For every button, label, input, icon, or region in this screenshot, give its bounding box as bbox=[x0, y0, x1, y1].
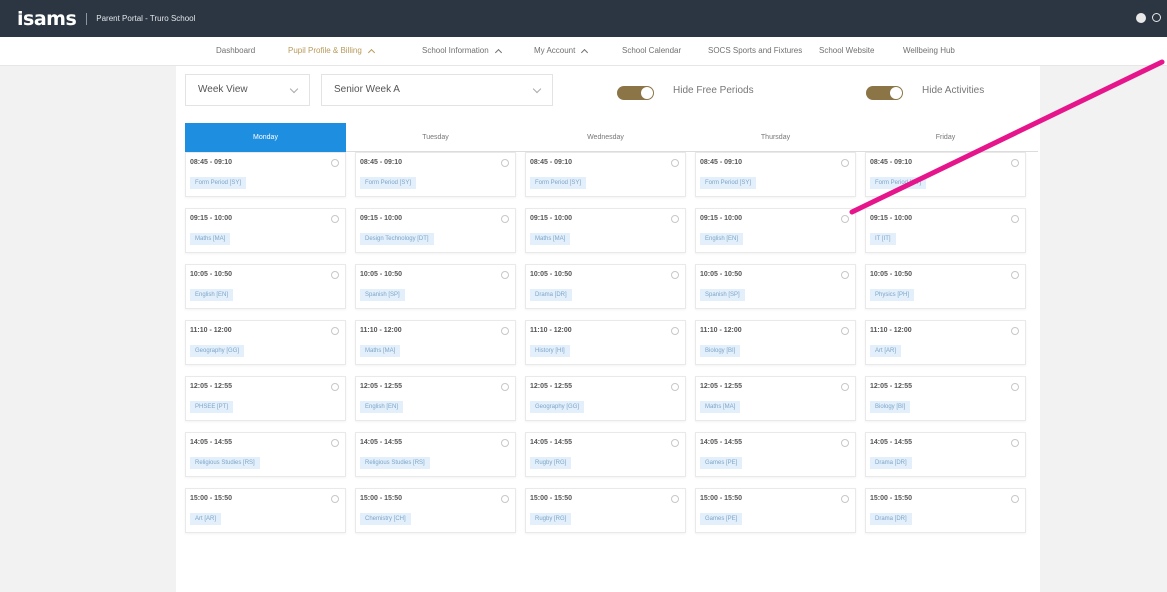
annotation-arrow bbox=[849, 59, 1165, 215]
arrow-line bbox=[849, 59, 1165, 215]
